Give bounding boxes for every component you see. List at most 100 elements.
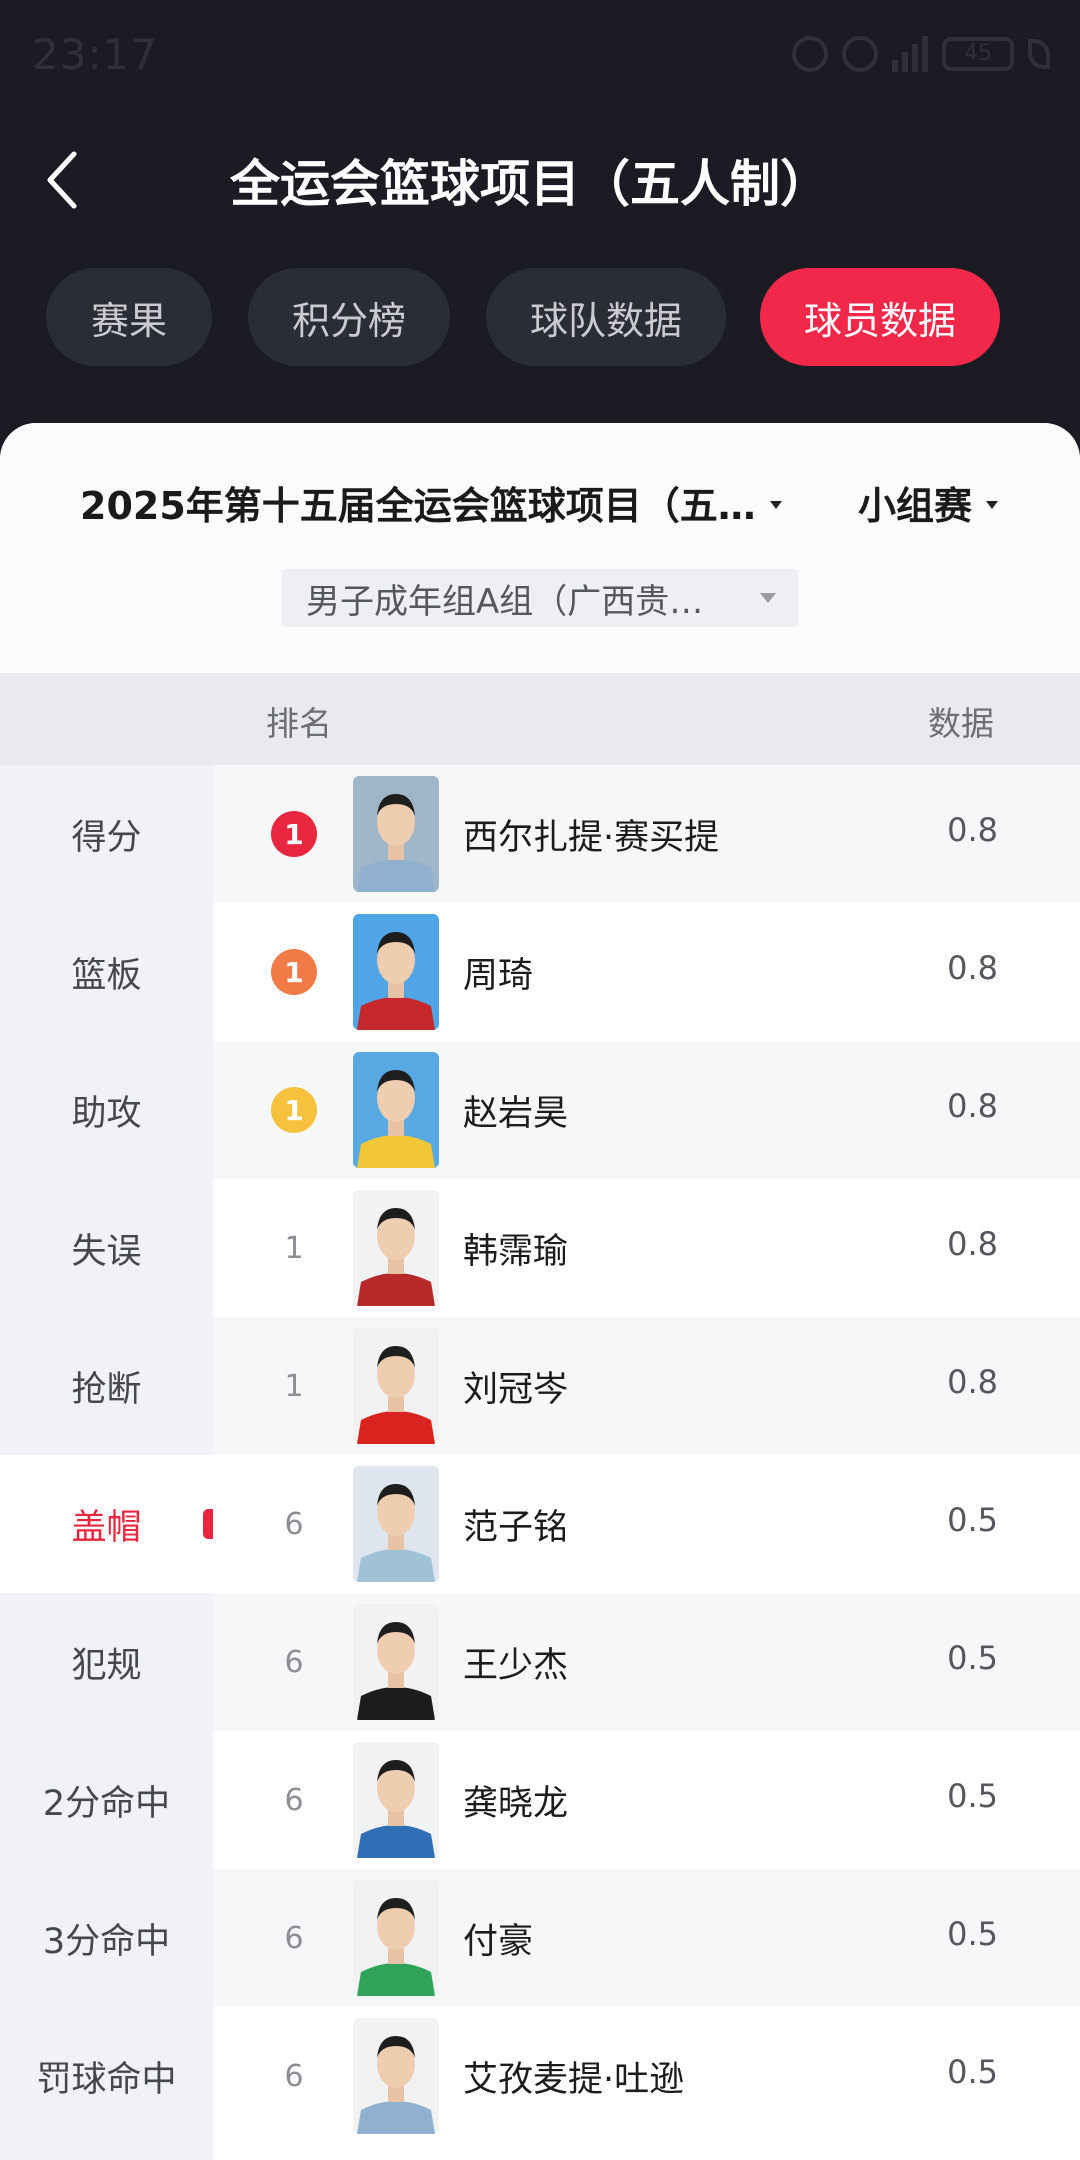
stage-dropdown[interactable]: 小组赛: [858, 475, 999, 530]
player-name: 龚晓龙: [463, 1784, 569, 1824]
stat-category-sidebar: 得分篮板助攻失误抢断盖帽犯规 2分命中 3分命中罚球命中: [0, 765, 213, 2160]
tab-results[interactable]: 赛果: [46, 268, 212, 366]
content-card: 2025年第十五届全运会篮球项目（五… 小组赛 男子成年组A组（广西贵… 排名 …: [0, 423, 1080, 2160]
table-header: 排名 数据: [0, 673, 1080, 765]
player-name: 西尔扎提·赛买提: [463, 818, 720, 858]
rank-number: 6: [284, 2058, 304, 2094]
player-row[interactable]: 6 付豪 0.5: [213, 1869, 1080, 2007]
player-ranking-list: 1 西尔扎提·赛买提 0.8 1 周琦 0.8 1 赵岩昊 0.8 1 韩霈瑜 0.8 1 刘冠岑 0.8 6…: [213, 765, 1080, 2160]
category-item[interactable]: 犯规: [0, 1593, 213, 1731]
tab-bar: 赛果 积分榜 球队数据 球员数据: [0, 268, 1080, 368]
player-row[interactable]: 1 周琦 0.8: [213, 903, 1080, 1041]
player-avatar: [353, 1466, 439, 1582]
category-label: 3分命中: [42, 1921, 171, 1962]
category-label: 篮板: [71, 955, 142, 996]
rank-badge: 1: [271, 949, 317, 995]
status-time: 23:17: [32, 30, 159, 79]
player-name: 范子铭: [463, 1508, 569, 1548]
page-title: 全运会篮球项目（五人制）: [230, 155, 830, 213]
player-avatar: [353, 1190, 439, 1306]
category-label: 得分: [71, 817, 142, 858]
player-stat-value: 0.5: [947, 1501, 998, 1539]
tab-standings[interactable]: 积分榜: [248, 268, 450, 366]
player-row[interactable]: 6 王少杰 0.5: [213, 1593, 1080, 1731]
caret-down-icon: [769, 500, 782, 509]
value-header: 数据: [928, 704, 994, 743]
category-label: 盖帽: [71, 1507, 142, 1548]
player-stat-value: 0.5: [947, 1777, 998, 1815]
rank-number: 1: [284, 1230, 304, 1266]
rank-number: 6: [284, 1782, 304, 1818]
season-label: 2025年第十五届全运会篮球项目（五…: [80, 484, 756, 528]
group-dropdown[interactable]: 男子成年组A组（广西贵…: [282, 569, 798, 627]
rank-number: 1: [284, 1368, 304, 1404]
player-row[interactable]: 1 西尔扎提·赛买提 0.8: [213, 765, 1080, 903]
status-icons: 45: [792, 36, 1050, 72]
player-stat-value: 0.8: [947, 949, 998, 987]
player-avatar: [353, 2018, 439, 2134]
player-row[interactable]: 6 龚晓龙 0.5: [213, 1731, 1080, 1869]
season-dropdown[interactable]: 2025年第十五届全运会篮球项目（五…: [80, 475, 782, 530]
status-bar: 23:17 45: [0, 0, 1080, 110]
category-label: 抢断: [71, 1369, 142, 1410]
player-photo: [357, 1898, 435, 1996]
category-item[interactable]: 篮板: [0, 903, 213, 1041]
category-item[interactable]: 2分命中: [0, 1731, 213, 1869]
player-avatar: [353, 1604, 439, 1720]
player-name: 周琦: [463, 956, 534, 996]
player-photo: [357, 1622, 435, 1720]
group-label: 男子成年组A组（广西贵…: [306, 581, 704, 622]
category-label: 罚球命中: [36, 2059, 177, 2100]
player-stat-value: 0.8: [947, 1363, 998, 1401]
player-avatar: [353, 1328, 439, 1444]
player-stat-value: 0.5: [947, 1915, 998, 1953]
player-name: 王少杰: [463, 1646, 569, 1686]
player-row[interactable]: 1 韩霈瑜 0.8: [213, 1179, 1080, 1317]
player-avatar: [353, 776, 439, 892]
category-item[interactable]: 罚球命中: [0, 2007, 213, 2145]
category-label: 2分命中: [42, 1783, 171, 1824]
player-photo: [357, 1484, 435, 1582]
category-item[interactable]: 盖帽: [0, 1455, 213, 1593]
category-label: 犯规: [71, 1645, 142, 1686]
caret-down-icon: [986, 500, 999, 509]
player-avatar: [353, 1880, 439, 1996]
player-name: 赵岩昊: [463, 1094, 569, 1134]
rank-header: 排名: [266, 704, 332, 743]
player-row[interactable]: 6 范子铭 0.5: [213, 1455, 1080, 1593]
category-item[interactable]: 3分命中: [0, 1869, 213, 2007]
filter-area: 2025年第十五届全运会篮球项目（五… 小组赛 男子成年组A组（广西贵…: [0, 423, 1080, 673]
caret-down-icon: [760, 593, 776, 603]
player-stat-value: 0.8: [947, 1087, 998, 1125]
alarm-icon: [842, 36, 878, 72]
player-photo: [357, 794, 435, 892]
player-row[interactable]: 1 赵岩昊 0.8: [213, 1041, 1080, 1179]
category-item[interactable]: 助攻: [0, 1041, 213, 1179]
player-stat-value: 0.8: [947, 1225, 998, 1263]
nfc-icon: [792, 36, 828, 72]
player-name: 韩霈瑜: [463, 1232, 569, 1272]
category-label: 失误: [71, 1231, 142, 1272]
rank-number: 6: [284, 1644, 304, 1680]
player-stat-value: 0.8: [947, 811, 998, 849]
active-indicator: [203, 1509, 213, 1539]
tab-team-stats[interactable]: 球队数据: [486, 268, 726, 366]
rank-number: 6: [284, 1920, 304, 1956]
player-photo: [357, 1760, 435, 1858]
player-row[interactable]: 6 艾孜麦提·吐逊 0.5: [213, 2007, 1080, 2145]
category-item[interactable]: 失误: [0, 1179, 213, 1317]
rank-number: 6: [284, 1506, 304, 1542]
stage-label: 小组赛: [858, 484, 973, 528]
category-item[interactable]: 得分: [0, 765, 213, 903]
player-name: 刘冠岑: [463, 1370, 569, 1410]
player-avatar: [353, 914, 439, 1030]
player-name: 付豪: [463, 1922, 534, 1962]
leaf-icon: [1028, 39, 1050, 69]
category-label: 助攻: [71, 1093, 142, 1134]
nav-bar: 全运会篮球项目（五人制）: [0, 130, 1080, 230]
category-item[interactable]: 抢断: [0, 1317, 213, 1455]
player-row[interactable]: 1 刘冠岑 0.8: [213, 1317, 1080, 1455]
tab-player-stats[interactable]: 球员数据: [760, 268, 1000, 366]
rank-badge: 1: [271, 1087, 317, 1133]
player-avatar: [353, 1742, 439, 1858]
